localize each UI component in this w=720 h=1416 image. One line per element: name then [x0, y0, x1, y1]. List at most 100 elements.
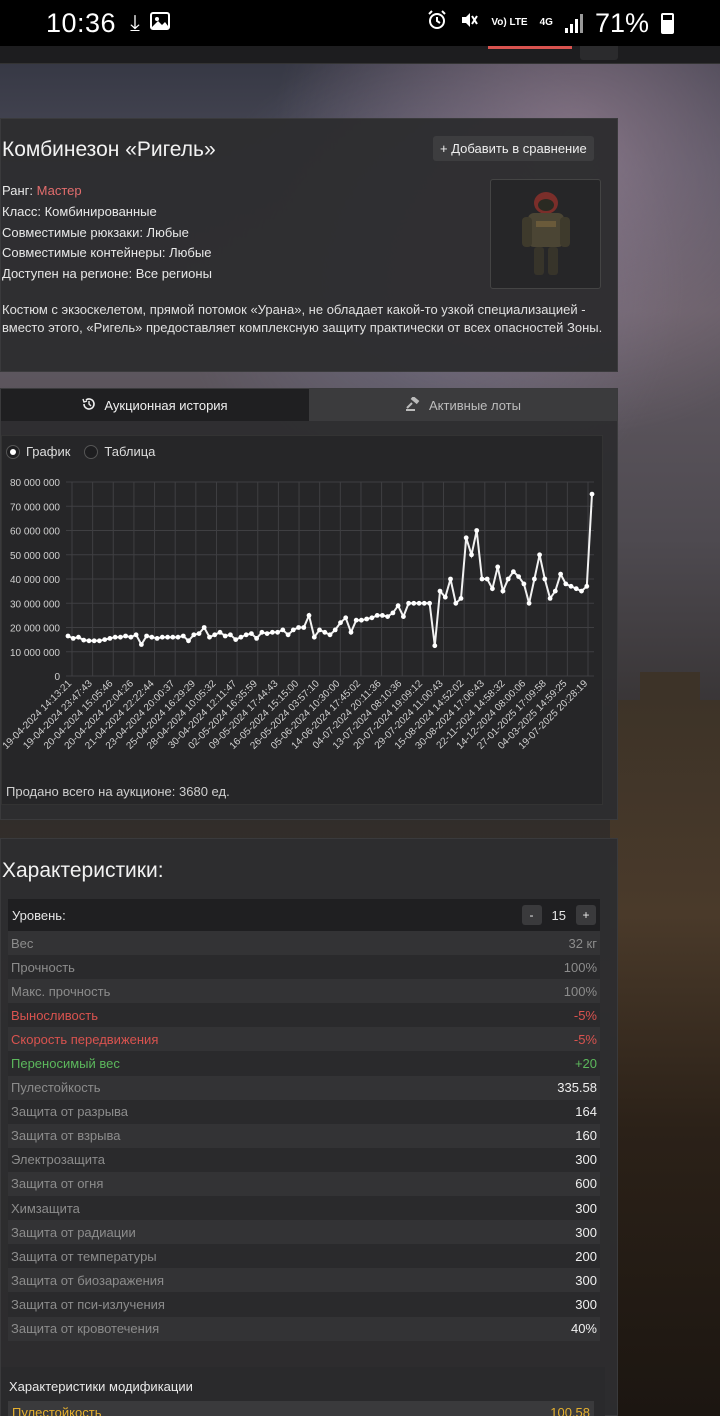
stat-name: Защита от взрыва: [11, 1128, 121, 1144]
stat-value: 300: [575, 1200, 597, 1216]
data-point: [395, 603, 401, 609]
add-to-compare-button[interactable]: + Добавить в сравнение: [433, 136, 594, 161]
y-tick-label: 80 000 000: [10, 478, 60, 489]
stat-value: 32 кг: [568, 935, 597, 951]
nav-menu-button[interactable]: [580, 46, 618, 60]
tab-active-lots[interactable]: Активные лоты: [309, 389, 617, 421]
data-point: [374, 613, 380, 618]
data-point: [390, 610, 396, 616]
radio-table-dot[interactable]: [84, 444, 99, 459]
status-time: 10:36: [46, 7, 117, 38]
data-point: [65, 633, 71, 639]
stat-row: Защита от температуры 200: [8, 1244, 600, 1269]
level-increment-button[interactable]: +: [576, 905, 596, 925]
stat-row: Химзащита 300: [8, 1196, 600, 1221]
volte-icon: Vo) LTE: [491, 17, 528, 28]
data-point: [427, 600, 432, 606]
data-point: [107, 636, 113, 641]
data-point: [416, 600, 422, 606]
level-row: Уровень: - 15 +: [8, 899, 600, 931]
level-decrement-button[interactable]: -: [521, 905, 542, 925]
stat-row: Выносливость -5%: [8, 1003, 600, 1028]
data-point: [139, 642, 144, 647]
data-point: [154, 636, 160, 641]
data-point: [542, 576, 548, 582]
characteristics-panel: Характеристики: Уровень: - 15 + Вес 32 кг…: [0, 838, 618, 1416]
stat-name: Химзащита: [11, 1200, 80, 1216]
data-point: [228, 632, 233, 638]
data-point: [442, 594, 448, 600]
data-point: [296, 625, 301, 630]
stat-name: Прочность: [11, 959, 75, 975]
battery-icon: [661, 12, 674, 34]
nav-active-indicator[interactable]: [488, 46, 572, 49]
data-point: [317, 627, 322, 633]
data-point: [159, 634, 165, 640]
data-point: [463, 535, 469, 541]
y-tick-label: 40 000 000: [10, 575, 60, 586]
mute-icon: [459, 10, 479, 36]
data-point: [112, 634, 118, 640]
data-point: [469, 552, 474, 558]
stat-name: Защита от пси-излучения: [11, 1296, 165, 1312]
download-icon: ⤓: [130, 10, 140, 35]
characteristics-title: Характеристики:: [2, 859, 164, 882]
data-point: [348, 629, 354, 635]
stat-value: +20: [574, 1056, 597, 1072]
stat-name: Электрозащита: [11, 1152, 106, 1168]
data-point: [353, 617, 359, 623]
stat-row: Защита от кровотечения 40%: [8, 1316, 600, 1341]
item-rank-value: Мастер: [36, 183, 82, 198]
data-point: [401, 614, 406, 619]
radio-chart-dot[interactable]: [6, 444, 20, 459]
view-toggle: График Таблица: [6, 444, 155, 459]
data-point: [552, 588, 558, 594]
stat-name: Вес: [11, 935, 34, 951]
data-point: [144, 633, 150, 639]
stat-name: Защита от кровотечения: [11, 1321, 160, 1337]
data-point: [149, 634, 155, 640]
stat-value: -5%: [573, 1031, 597, 1047]
data-point: [474, 528, 480, 533]
stat-row: Защита от разрыва 164: [8, 1099, 600, 1124]
stat-row: Защита от биозаражения 300: [8, 1268, 600, 1293]
data-point: [97, 638, 102, 644]
radio-chart[interactable]: График: [6, 444, 70, 459]
data-point: [453, 600, 459, 606]
data-point: [165, 634, 171, 640]
data-point: [249, 631, 254, 636]
data-point: [421, 600, 427, 606]
level-stepper: - 15 +: [521, 905, 596, 925]
data-point: [411, 600, 417, 606]
data-point: [280, 627, 286, 633]
stat-value: 300: [575, 1272, 597, 1288]
stat-name: Защита от радиации: [11, 1224, 136, 1240]
data-point: [563, 581, 569, 587]
stat-value: 40%: [570, 1321, 597, 1337]
stat-value: 200: [575, 1248, 597, 1264]
stat-row: Пулестойкость 335.58: [8, 1075, 600, 1100]
data-point: [589, 491, 595, 497]
auction-panel: Аукционная история Активные лоты График …: [0, 388, 618, 820]
data-point: [338, 620, 343, 626]
stat-name: Переносимый вес: [11, 1056, 120, 1072]
data-point: [175, 634, 181, 640]
data-point: [270, 629, 275, 635]
tab-auction-history[interactable]: Аукционная история: [1, 389, 309, 421]
mod-title: Характеристики модификации: [9, 1379, 193, 1394]
data-point: [306, 613, 312, 618]
data-point: [359, 617, 364, 623]
stat-name: Защита от температуры: [11, 1248, 157, 1264]
tab-bar: Аукционная история Активные лоты: [1, 389, 617, 421]
radio-table[interactable]: Таблица: [84, 444, 155, 459]
data-point: [332, 627, 338, 633]
data-point: [322, 629, 328, 635]
item-title: Комбинезон «Ригель»: [2, 138, 216, 161]
data-point: [196, 631, 202, 636]
data-point: [385, 614, 390, 619]
item-region: Доступен на регионе: Все регионы: [2, 266, 212, 282]
modification-box: Характеристики модификации Пулестойкость…: [1, 1367, 605, 1416]
stat-value: 160: [575, 1128, 597, 1144]
stat-row: Электрозащита 300: [8, 1147, 600, 1172]
data-point: [448, 576, 453, 582]
